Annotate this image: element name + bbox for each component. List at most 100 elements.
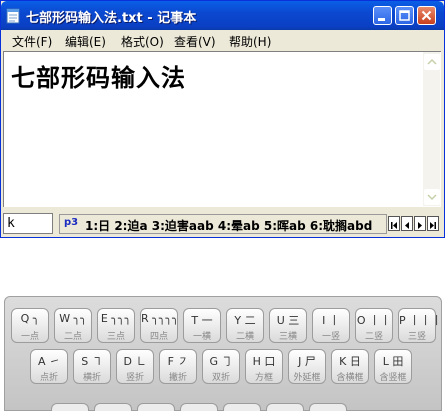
key-partial[interactable] [266, 403, 304, 411]
key-sublabel: 三点 [106, 332, 125, 342]
key-sublabel: 二点 [63, 332, 82, 342]
key-r[interactable]: R ╮╮╮╮ 四点 [140, 308, 179, 343]
key-sublabel: 一点 [20, 332, 39, 342]
menu-bar: 文件(F) 编辑(E) 格式(O) 查看(V) 帮助(H) [1, 30, 444, 50]
candidate-list: p3 1:日 2:迫a 3:迫害aab 4:晕ab 5:晖ab 6:耽搁abd [59, 214, 387, 234]
key-label: D ㇗ [123, 355, 147, 368]
maximize-button[interactable] [395, 6, 414, 25]
key-label: Y 二 [234, 314, 256, 327]
key-j[interactable]: J 尸外延框 [288, 349, 326, 384]
key-partial[interactable] [137, 403, 175, 411]
key-sublabel: 四点 [149, 332, 168, 342]
menu-format[interactable]: 格式(O) [121, 33, 164, 50]
key-l[interactable]: L 田含竖框 [374, 349, 412, 384]
key-sublabel: 二横 [235, 332, 254, 342]
key-sublabel: 横折 [82, 373, 101, 383]
last-page-icon [430, 222, 436, 229]
key-f[interactable]: F ㇇撇折 [159, 349, 197, 384]
key-g[interactable]: G ㇆双折 [202, 349, 240, 384]
key-sublabel: 含横框 [336, 373, 364, 383]
key-q[interactable]: Q ╮ 一点 [11, 308, 49, 343]
notepad-window: 七部形码输入法.txt - 记事本 文件(F) 编辑(E) 格式(O) 查看(V… [0, 0, 445, 238]
key-label: S ㇕ [81, 355, 103, 368]
key-label: H 口 [252, 355, 276, 368]
maximize-icon [399, 10, 410, 21]
window-title: 七部形码输入法.txt - 记事本 [26, 11, 197, 26]
menu-help[interactable]: 帮助(H) [229, 33, 271, 50]
editor-content: 七部形码输入法 [11, 63, 186, 92]
minimize-icon [378, 18, 385, 21]
candidate-text[interactable]: 1:日 2:迫a 3:迫害aab 4:晕ab 5:晖ab 6:耽搁abd [85, 217, 372, 234]
menu-edit[interactable]: 编辑(E) [65, 33, 106, 50]
key-sublabel: 方框 [254, 373, 273, 383]
key-d[interactable]: D ㇗竖折 [116, 349, 154, 384]
scroll-up-button[interactable] [424, 54, 440, 70]
key-partial[interactable] [51, 403, 89, 411]
close-icon [421, 10, 432, 21]
key-sublabel: 一横 [192, 332, 211, 342]
next-page-icon [418, 222, 422, 229]
key-t[interactable]: T 一一横 [183, 308, 221, 343]
key-y[interactable]: Y 二二横 [226, 308, 264, 343]
key-label: L 田 [382, 355, 404, 368]
key-label: T 一 [191, 314, 213, 327]
candidate-pager [388, 216, 442, 232]
menu-view[interactable]: 查看(V) [174, 33, 216, 50]
key-h[interactable]: H 口方框 [245, 349, 283, 384]
key-label: O 丨丨 [356, 314, 392, 327]
key-sublabel: 双折 [211, 373, 230, 383]
key-label: I 丨 [322, 314, 340, 327]
key-sublabel: 点折 [39, 373, 58, 383]
key-label: U 三 [276, 314, 300, 327]
key-sublabel: 一竖 [321, 332, 340, 342]
key-label: E ╮╮╮ [100, 312, 132, 325]
key-partial[interactable] [309, 403, 347, 411]
prev-page-button[interactable] [401, 216, 413, 231]
key-sublabel: 含竖框 [379, 373, 407, 383]
key-u[interactable]: U 三三横 [269, 308, 307, 343]
vertical-scrollbar[interactable] [423, 52, 440, 206]
first-page-button[interactable] [388, 216, 400, 231]
key-partial[interactable] [94, 403, 132, 411]
key-i[interactable]: I 丨一竖 [312, 308, 350, 343]
key-partial[interactable] [223, 403, 261, 411]
scroll-down-button[interactable] [424, 189, 440, 205]
chevron-down-icon [427, 194, 437, 201]
key-a[interactable]: A ㇀点折 [30, 349, 68, 384]
key-sublabel: 外延框 [293, 373, 321, 383]
key-s[interactable]: S ㇕横折 [73, 349, 111, 384]
key-sublabel: 三横 [278, 332, 297, 342]
key-sublabel: 二竖 [364, 332, 383, 342]
title-bar[interactable]: 七部形码输入法.txt - 记事本 [1, 1, 444, 30]
key-label: W ╮╮ [59, 312, 87, 325]
key-label: G ㇆ [209, 355, 233, 368]
prev-page-icon [405, 222, 409, 229]
next-page-button[interactable] [414, 216, 426, 231]
minimize-button[interactable] [373, 6, 392, 25]
key-o[interactable]: O 丨丨二竖 [355, 308, 393, 343]
key-w[interactable]: W ╮╮ 二点 [54, 308, 92, 343]
key-sublabel: 竖折 [125, 373, 144, 383]
menu-file[interactable]: 文件(F) [12, 33, 52, 50]
last-page-button[interactable] [427, 216, 439, 231]
key-e[interactable]: E ╮╮╮ 三点 [97, 308, 135, 343]
key-label: J 尸 [298, 355, 316, 368]
chevron-up-icon [427, 58, 437, 65]
key-label: F ㇇ [167, 355, 189, 368]
close-button[interactable] [417, 6, 436, 25]
key-partial[interactable] [180, 403, 218, 411]
key-k[interactable]: K 日含横框 [331, 349, 369, 384]
key-label: R ╮╮╮╮ [141, 312, 179, 325]
notepad-icon [6, 8, 20, 24]
first-page-icon [391, 222, 397, 229]
key-label: A ㇀ [37, 355, 61, 368]
ime-status-bar: k p3 1:日 2:迫a 3:迫害aab 4:晕ab 5:晖ab 6:耽搁ab… [3, 213, 443, 235]
key-p[interactable]: P 丨丨丨三竖 [398, 308, 443, 343]
key-sublabel: 撇折 [168, 373, 187, 383]
ime-input-box[interactable]: k [3, 213, 53, 234]
key-label: Q ╮ [20, 312, 40, 325]
key-sublabel: 三竖 [407, 332, 426, 342]
text-editor[interactable]: 七部形码输入法 [3, 51, 441, 207]
key-label: P 丨丨丨 [399, 314, 443, 327]
key-label: K 日 [339, 355, 361, 368]
